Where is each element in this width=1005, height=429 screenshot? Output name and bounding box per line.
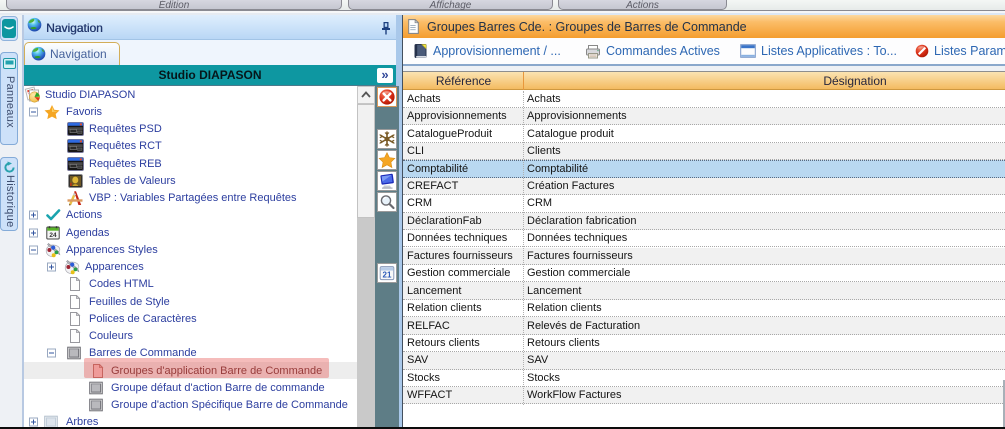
svg-text:21: 21 bbox=[383, 271, 392, 280]
svg-text:24: 24 bbox=[49, 232, 57, 239]
